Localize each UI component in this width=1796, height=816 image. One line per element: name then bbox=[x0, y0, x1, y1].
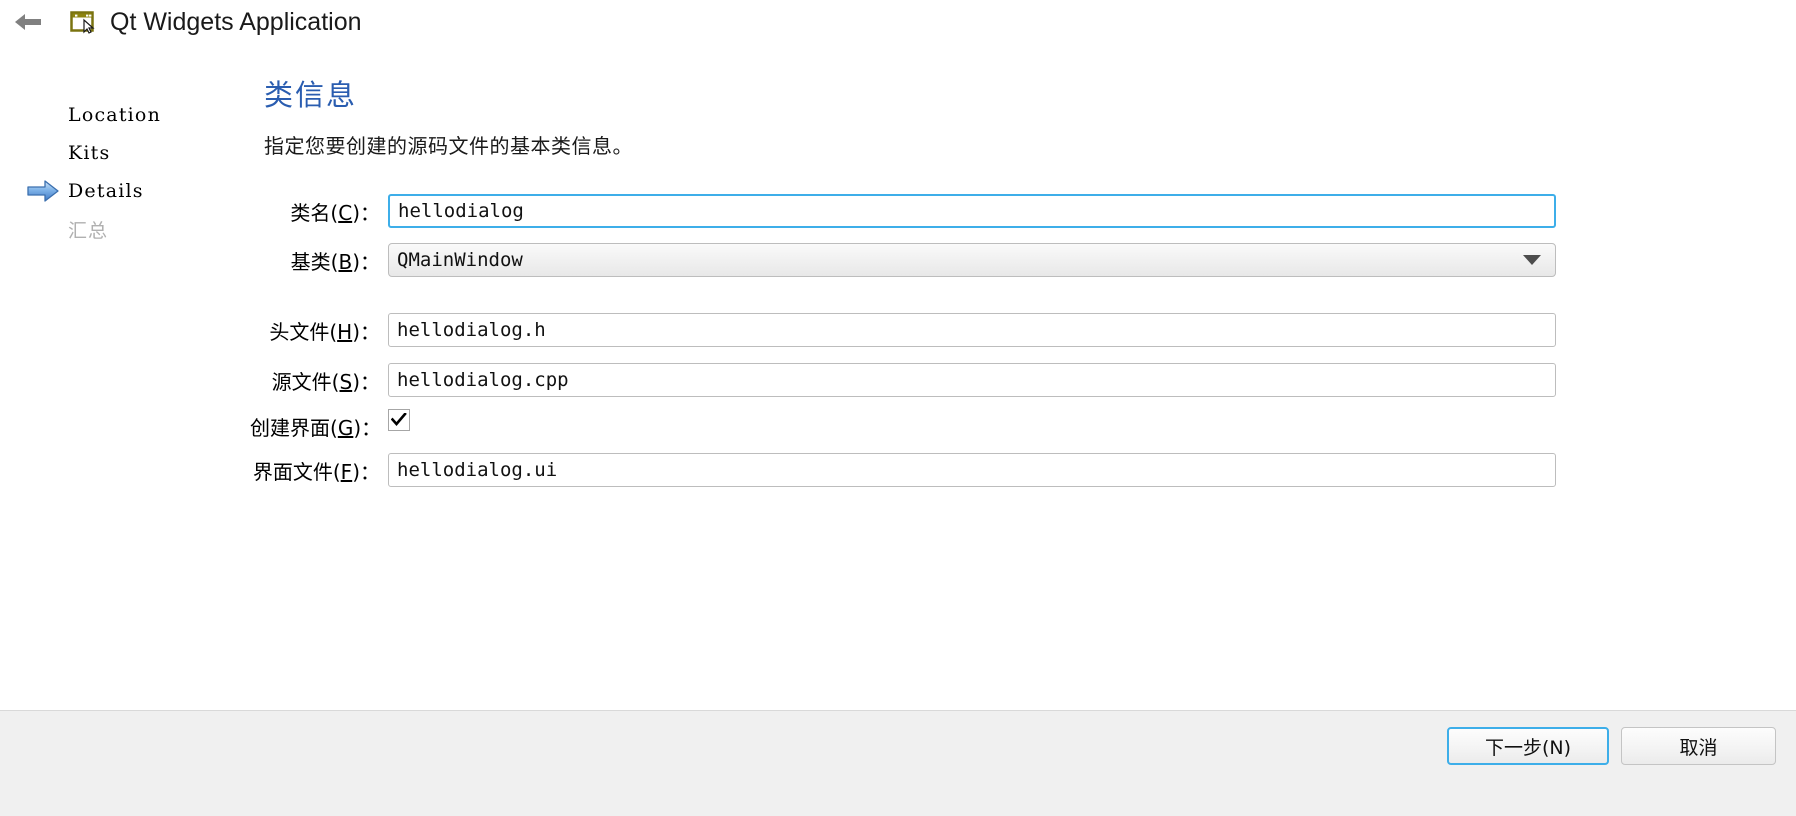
check-icon bbox=[391, 413, 407, 427]
form-file-input[interactable] bbox=[388, 453, 1556, 487]
field-wrap-class-name bbox=[388, 194, 1796, 228]
wizard-main-pane: 类信息 指定您要创建的源码文件的基本类信息。 类名(C)： 基类(B)： QMa… bbox=[250, 44, 1796, 710]
label-generate-form: 创建界面(G)： bbox=[250, 415, 382, 440]
label-base-class: 基类(B)： bbox=[290, 249, 380, 274]
sidebar-item-label: Details bbox=[68, 180, 144, 202]
base-class-combobox[interactable]: QMainWindow bbox=[388, 243, 1556, 277]
page-description: 指定您要创建的源码文件的基本类信息。 bbox=[264, 134, 633, 158]
wizard-body: Location Kits Details 汇总 类信息 指定您要创建的源码文件… bbox=[0, 44, 1796, 710]
next-button[interactable]: 下一步(N) bbox=[1447, 727, 1609, 765]
page-title: 类信息 bbox=[264, 78, 358, 112]
form-row-base-class: 基类(B)： QMainWindow bbox=[250, 243, 1796, 277]
header-file-input[interactable] bbox=[388, 313, 1556, 347]
form-row-class-name: 类名(C)： bbox=[250, 194, 1796, 228]
cancel-button[interactable]: 取消 bbox=[1621, 727, 1776, 765]
sidebar-item-label: 汇总 bbox=[68, 219, 109, 242]
sidebar-item-location[interactable]: Location bbox=[26, 100, 246, 130]
field-wrap-generate-form bbox=[388, 409, 1796, 443]
form-row-source-file: 源文件(S)： bbox=[250, 363, 1796, 397]
step-marker-location bbox=[26, 102, 60, 128]
back-button[interactable] bbox=[8, 2, 48, 42]
label-source-file: 源文件(S)： bbox=[271, 369, 380, 394]
base-class-selected-value: QMainWindow bbox=[397, 249, 523, 271]
app-title: Qt Widgets Application bbox=[110, 7, 362, 36]
wizard-header: Qt Widgets Application bbox=[0, 0, 1796, 44]
sidebar-item-label: Kits bbox=[68, 142, 111, 164]
class-name-input[interactable] bbox=[388, 194, 1556, 228]
sidebar-item-summary: 汇总 bbox=[26, 214, 246, 244]
field-wrap-header-file bbox=[388, 313, 1796, 347]
wizard-step-sidebar: Location Kits Details 汇总 bbox=[0, 44, 250, 710]
chevron-down-icon bbox=[1523, 255, 1541, 265]
label-class-name: 类名(C)： bbox=[290, 200, 380, 225]
label-form-file: 界面文件(F)： bbox=[252, 459, 380, 484]
sidebar-item-kits[interactable]: Kits bbox=[26, 138, 246, 168]
blue-arrow-icon bbox=[26, 178, 60, 204]
wizard-footer: 下一步(N) 取消 bbox=[0, 711, 1796, 816]
generate-form-checkbox[interactable] bbox=[388, 409, 410, 431]
source-file-input[interactable] bbox=[388, 363, 1556, 397]
form-row-form-file: 界面文件(F)： bbox=[250, 453, 1796, 487]
qt-widgets-application-icon bbox=[70, 9, 96, 35]
form-row-generate-form: 创建界面(G)： bbox=[250, 409, 1796, 443]
field-wrap-form-file bbox=[388, 453, 1796, 487]
label-header-file: 头文件(H)： bbox=[269, 319, 380, 344]
back-arrow-icon bbox=[13, 11, 43, 33]
field-wrap-base-class: QMainWindow bbox=[388, 243, 1796, 277]
step-marker-summary bbox=[26, 216, 60, 242]
sidebar-item-label: Location bbox=[68, 104, 162, 126]
form-row-header-file: 头文件(H)： bbox=[250, 313, 1796, 347]
sidebar-item-details[interactable]: Details bbox=[26, 176, 246, 206]
field-wrap-source-file bbox=[388, 363, 1796, 397]
step-marker-kits bbox=[26, 140, 60, 166]
